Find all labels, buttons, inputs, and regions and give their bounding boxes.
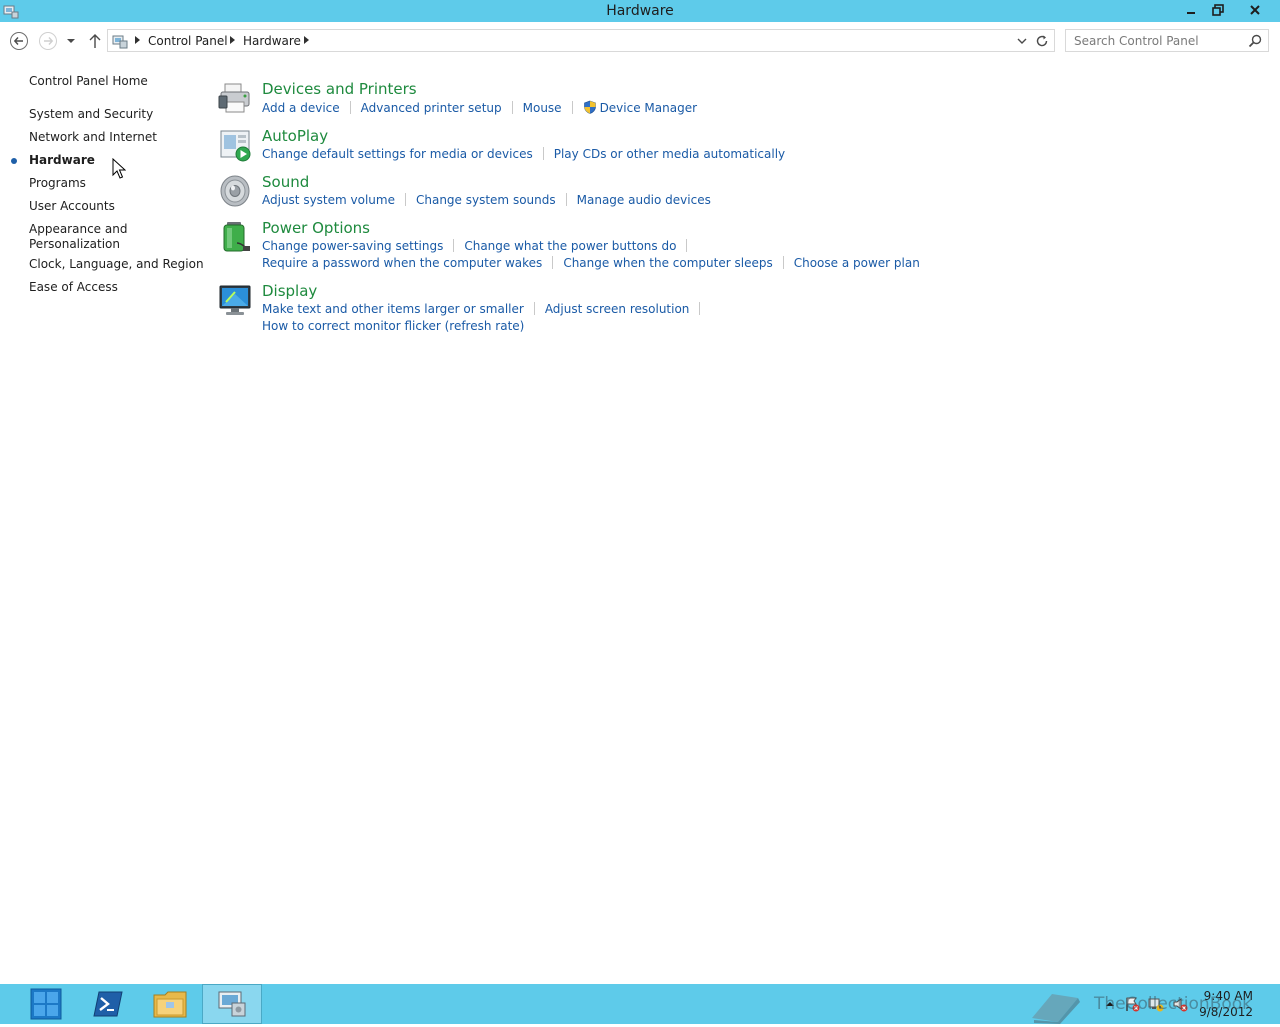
control-panel-home-link[interactable]: Control Panel Home [29, 74, 148, 89]
speaker-icon[interactable] [217, 173, 253, 209]
make-text-larger-link[interactable]: Make text and other items larger or smal… [262, 302, 524, 316]
display-links-row2: How to correct monitor flicker (refresh … [262, 319, 524, 333]
watermark-logo: TheCollectionBook [1028, 990, 1268, 1024]
link-separator [686, 239, 688, 252]
powershell-taskbar-icon[interactable] [78, 984, 138, 1024]
power-options-title[interactable]: Power Options [262, 219, 370, 237]
restore-button[interactable] [1205, 0, 1231, 20]
window-title: Hardware [606, 3, 674, 19]
navigation-bar: Control Panel Hardware [0, 22, 1280, 60]
nav-ease-of-access[interactable]: Ease of Access [29, 280, 118, 295]
mouse-link[interactable]: Mouse [523, 101, 562, 115]
link-separator [782, 256, 784, 269]
change-system-sounds-link[interactable]: Change system sounds [416, 193, 556, 207]
search-input[interactable] [1066, 30, 1246, 51]
require-password-on-wake-link[interactable]: Require a password when the computer wak… [262, 256, 542, 270]
active-bullet-icon [11, 158, 17, 164]
link-separator [453, 239, 455, 252]
breadcrumb-separator-icon[interactable] [230, 36, 235, 44]
address-dropdown-chevron-icon[interactable] [1016, 35, 1028, 47]
autoplay-links: Change default settings for media or dev… [262, 147, 785, 161]
advanced-printer-setup-link[interactable]: Advanced printer setup [361, 101, 502, 115]
choose-a-power-plan-link[interactable]: Choose a power plan [794, 256, 920, 270]
sound-links: Adjust system volume Change system sounds… [262, 193, 711, 207]
monitor-icon[interactable] [217, 282, 253, 318]
autoplay-icon[interactable] [217, 127, 253, 163]
manage-audio-devices-link[interactable]: Manage audio devices [577, 193, 711, 207]
close-button[interactable] [1232, 0, 1278, 20]
breadcrumb-separator-icon[interactable] [304, 36, 309, 44]
nav-system-and-security[interactable]: System and Security [29, 107, 153, 122]
nav-appearance-and-personalization[interactable]: Appearance and Personalization [29, 222, 127, 252]
up-level-button[interactable] [85, 31, 105, 51]
search-icon[interactable] [1248, 34, 1262, 48]
mouse-cursor-icon [112, 157, 127, 180]
control-panel-icon [112, 33, 128, 49]
breadcrumb-control-panel[interactable]: Control Panel [148, 34, 228, 48]
watermark-text: TheCollectionBook [1094, 994, 1253, 1014]
power-options-links-row2: Require a password when the computer wak… [262, 256, 920, 270]
printer-icon[interactable] [217, 80, 253, 116]
link-separator [571, 101, 573, 114]
address-bar[interactable]: Control Panel Hardware [107, 29, 1055, 52]
add-a-device-link[interactable]: Add a device [262, 101, 340, 115]
nav-appearance-line2: Personalization [29, 237, 120, 251]
change-power-saving-settings-link[interactable]: Change power-saving settings [262, 239, 443, 253]
adjust-system-volume-link[interactable]: Adjust system volume [262, 193, 395, 207]
uac-shield-icon [583, 100, 597, 114]
nav-appearance-line1: Appearance and [29, 222, 128, 236]
devices-and-printers-title[interactable]: Devices and Printers [262, 80, 417, 98]
adjust-screen-resolution-link[interactable]: Adjust screen resolution [545, 302, 690, 316]
display-links-row1: Make text and other items larger or smal… [262, 302, 710, 316]
forward-button[interactable] [38, 31, 58, 51]
link-separator [349, 101, 351, 114]
back-button[interactable] [9, 31, 29, 51]
refresh-icon[interactable] [1035, 34, 1049, 48]
battery-icon[interactable] [217, 219, 253, 255]
file-explorer-taskbar-icon[interactable] [140, 984, 200, 1024]
minimize-button[interactable] [1178, 0, 1204, 20]
nav-user-accounts[interactable]: User Accounts [29, 199, 115, 214]
breadcrumb-hardware[interactable]: Hardware [243, 34, 301, 48]
recent-locations-chevron-icon[interactable] [63, 31, 79, 51]
link-separator [404, 193, 406, 206]
change-when-computer-sleeps-link[interactable]: Change when the computer sleeps [563, 256, 772, 270]
book-icon [1032, 994, 1080, 1024]
change-power-buttons-link[interactable]: Change what the power buttons do [464, 239, 676, 253]
title-bar: Hardware [0, 0, 1280, 22]
link-separator [542, 147, 544, 160]
nav-hardware[interactable]: Hardware [29, 153, 95, 168]
link-separator [533, 302, 535, 315]
sound-title[interactable]: Sound [262, 173, 309, 191]
search-box[interactable] [1065, 29, 1269, 52]
link-separator [565, 193, 567, 206]
device-manager-link[interactable]: Device Manager [600, 101, 697, 115]
change-default-media-settings-link[interactable]: Change default settings for media or dev… [262, 147, 533, 161]
link-separator [511, 101, 513, 114]
nav-programs[interactable]: Programs [29, 176, 86, 191]
autoplay-title[interactable]: AutoPlay [262, 127, 328, 145]
control-panel-taskbar-icon[interactable] [202, 984, 262, 1024]
power-options-links-row1: Change power-saving settings Change what … [262, 239, 697, 253]
link-separator [699, 302, 701, 315]
nav-network-and-internet[interactable]: Network and Internet [29, 130, 157, 145]
display-title[interactable]: Display [262, 282, 317, 300]
breadcrumb-separator-icon[interactable] [135, 36, 140, 44]
start-button[interactable] [16, 984, 76, 1024]
play-cds-automatically-link[interactable]: Play CDs or other media automatically [554, 147, 785, 161]
devices-and-printers-links: Add a device Advanced printer setup Mouse D… [262, 100, 697, 115]
correct-monitor-flicker-link[interactable]: How to correct monitor flicker (refresh … [262, 319, 524, 333]
link-separator [552, 256, 554, 269]
nav-clock-language-region[interactable]: Clock, Language, and Region [29, 257, 204, 272]
